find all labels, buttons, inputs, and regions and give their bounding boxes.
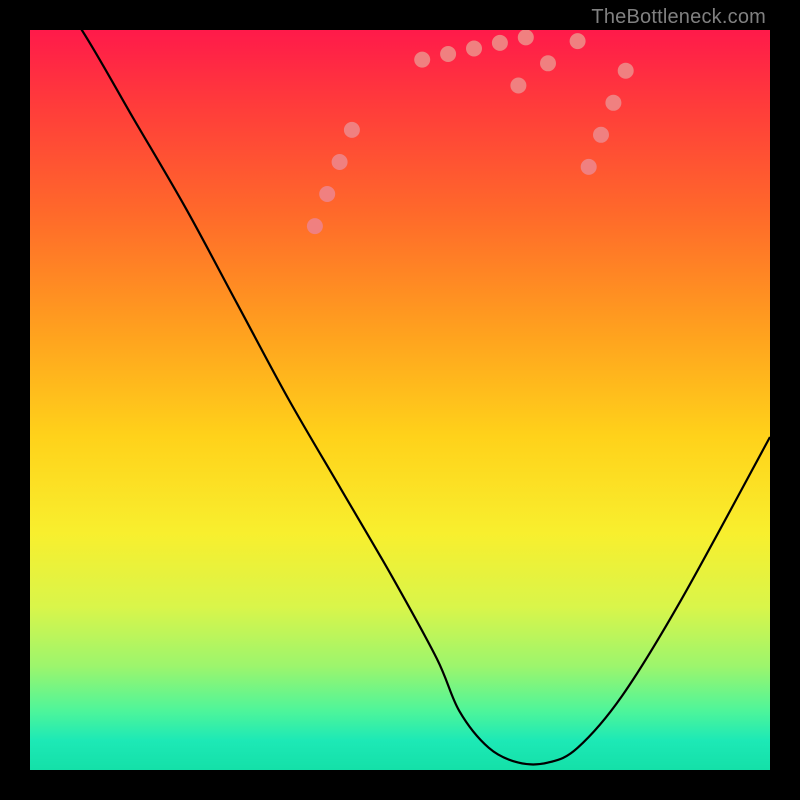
plot-area (30, 30, 770, 770)
curve-marker (518, 30, 534, 45)
curve-marker (440, 46, 456, 62)
curve-marker (466, 41, 482, 57)
chart-container: TheBottleneck.com (0, 0, 800, 800)
curve-layer (30, 30, 770, 770)
curve-marker (605, 95, 621, 111)
curve-marker (540, 55, 556, 71)
curve-marker (581, 159, 597, 175)
curve-marker (344, 122, 360, 138)
bottleneck-curve (30, 30, 770, 764)
curve-markers (307, 30, 634, 234)
curve-marker (414, 52, 430, 68)
curve-marker (332, 154, 348, 170)
curve-marker (510, 78, 526, 94)
curve-marker (618, 63, 634, 79)
curve-marker (492, 35, 508, 51)
curve-marker (570, 33, 586, 49)
curve-marker (307, 218, 323, 234)
curve-marker (319, 186, 335, 202)
watermark-text: TheBottleneck.com (591, 6, 766, 29)
curve-marker (593, 127, 609, 143)
